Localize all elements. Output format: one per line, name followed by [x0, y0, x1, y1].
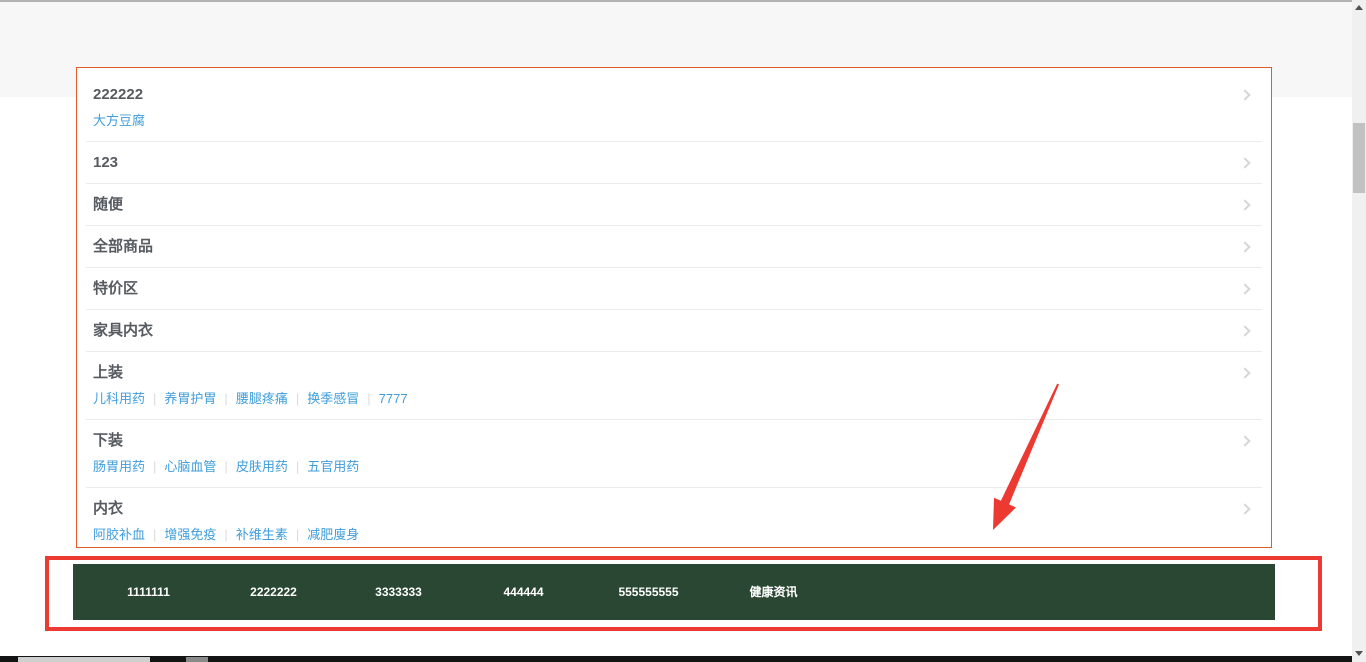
chevron-right-icon[interactable] [1239, 241, 1250, 252]
category-panel: 222222 大方豆腐 123 随便 全部商品 特价区 [76, 67, 1272, 548]
link-separator: | [153, 459, 156, 474]
category-section: 123 [86, 142, 1262, 184]
category-sublink[interactable]: 大方豆腐 [93, 113, 145, 128]
link-separator: | [296, 459, 299, 474]
category-title[interactable]: 特价区 [93, 280, 138, 297]
category-title[interactable]: 222222 [93, 86, 143, 103]
category-section: 特价区 [86, 268, 1262, 310]
category-sublinks: 阿胶补血 | 增强免疫 | 补维生素 | 减肥廋身 [93, 526, 1255, 543]
link-separator: | [224, 459, 227, 474]
category-section-head: 随便 [93, 196, 1255, 213]
footer-nav-item[interactable]: 2222222 [211, 564, 336, 620]
category-title[interactable]: 随便 [93, 196, 123, 213]
category-section-head: 上装 [93, 364, 1255, 381]
link-separator: | [224, 391, 227, 406]
link-separator: | [153, 527, 156, 542]
category-section-head: 全部商品 [93, 238, 1255, 255]
category-sublinks: 大方豆腐 [93, 112, 1255, 129]
category-sublink[interactable]: 养胃护胃 [164, 391, 216, 406]
category-section-head: 内衣 [93, 500, 1255, 517]
link-separator: | [367, 391, 370, 406]
chevron-right-icon[interactable] [1239, 325, 1250, 336]
chevron-right-icon[interactable] [1239, 367, 1250, 378]
category-sublink[interactable]: 儿科用药 [93, 391, 145, 406]
link-separator: | [224, 527, 227, 542]
category-title[interactable]: 内衣 [93, 500, 123, 517]
footer-nav-item[interactable]: 444444 [461, 564, 586, 620]
category-section: 222222 大方豆腐 [86, 74, 1262, 142]
category-title[interactable]: 123 [93, 154, 118, 171]
category-sublinks: 儿科用药 | 养胃护胃 | 腰腿疼痛 | 换季感冒 | 7777 [93, 390, 1255, 407]
category-section-head: 家具内衣 [93, 322, 1255, 339]
category-title[interactable]: 上装 [93, 364, 123, 381]
footer-nav-item[interactable]: 1111111 [86, 564, 211, 620]
category-title[interactable]: 下装 [93, 432, 123, 449]
category-section-head: 下装 [93, 432, 1255, 449]
chevron-right-icon[interactable] [1239, 89, 1250, 100]
category-section: 全部商品 [86, 226, 1262, 268]
chevron-right-icon[interactable] [1239, 503, 1250, 514]
category-sublink[interactable]: 心脑血管 [164, 459, 216, 474]
category-title[interactable]: 家具内衣 [93, 322, 153, 339]
footer-nav-item[interactable]: 3333333 [336, 564, 461, 620]
scrollbar-down-arrow-icon[interactable] [1355, 651, 1363, 656]
category-section: 家具内衣 [86, 310, 1262, 352]
category-title[interactable]: 全部商品 [93, 238, 153, 255]
footer-nav: 1111111 2222222 3333333 444444 555555555… [73, 564, 1275, 620]
link-separator: | [153, 391, 156, 406]
category-sublink[interactable]: 换季感冒 [307, 391, 359, 406]
taskbar-segment [186, 657, 208, 662]
category-sublinks: 肠胃用药 | 心脑血管 | 皮肤用药 | 五官用药 [93, 458, 1255, 475]
chevron-right-icon[interactable] [1239, 283, 1250, 294]
category-section-head: 222222 [93, 86, 1255, 103]
category-section-head: 特价区 [93, 280, 1255, 297]
scrollbar-up-arrow-icon[interactable] [1355, 5, 1363, 10]
category-sublink[interactable]: 五官用药 [307, 459, 359, 474]
chevron-right-icon[interactable] [1239, 199, 1250, 210]
chevron-right-icon[interactable] [1239, 435, 1250, 446]
category-sublink[interactable]: 阿胶补血 [93, 527, 145, 542]
category-sublink[interactable]: 7777 [379, 391, 408, 406]
link-separator: | [296, 527, 299, 542]
taskbar-segment [18, 657, 150, 662]
chevron-right-icon[interactable] [1239, 157, 1250, 168]
category-sublink[interactable]: 补维生素 [236, 527, 288, 542]
category-section: 下装 肠胃用药 | 心脑血管 | 皮肤用药 | 五官用药 [86, 420, 1262, 488]
category-section-head: 123 [93, 154, 1255, 171]
footer-nav-item[interactable]: 555555555 [586, 564, 711, 620]
category-sublink[interactable]: 皮肤用药 [236, 459, 288, 474]
category-sublink[interactable]: 肠胃用药 [93, 459, 145, 474]
link-separator: | [296, 391, 299, 406]
category-section: 内衣 阿胶补血 | 增强免疫 | 补维生素 | 减肥廋身 [86, 488, 1262, 555]
category-section: 随便 [86, 184, 1262, 226]
category-sublink[interactable]: 减肥廋身 [307, 527, 359, 542]
footer-nav-item[interactable]: 健康资讯 [711, 564, 836, 620]
vertical-scrollbar[interactable] [1352, 0, 1366, 662]
category-section: 上装 儿科用药 | 养胃护胃 | 腰腿疼痛 | 换季感冒 | 7777 [86, 352, 1262, 420]
category-sublink[interactable]: 增强免疫 [164, 527, 216, 542]
taskbar-edge-strip [0, 656, 1352, 662]
category-sublink[interactable]: 腰腿疼痛 [236, 391, 288, 406]
scrollbar-thumb[interactable] [1353, 123, 1365, 193]
